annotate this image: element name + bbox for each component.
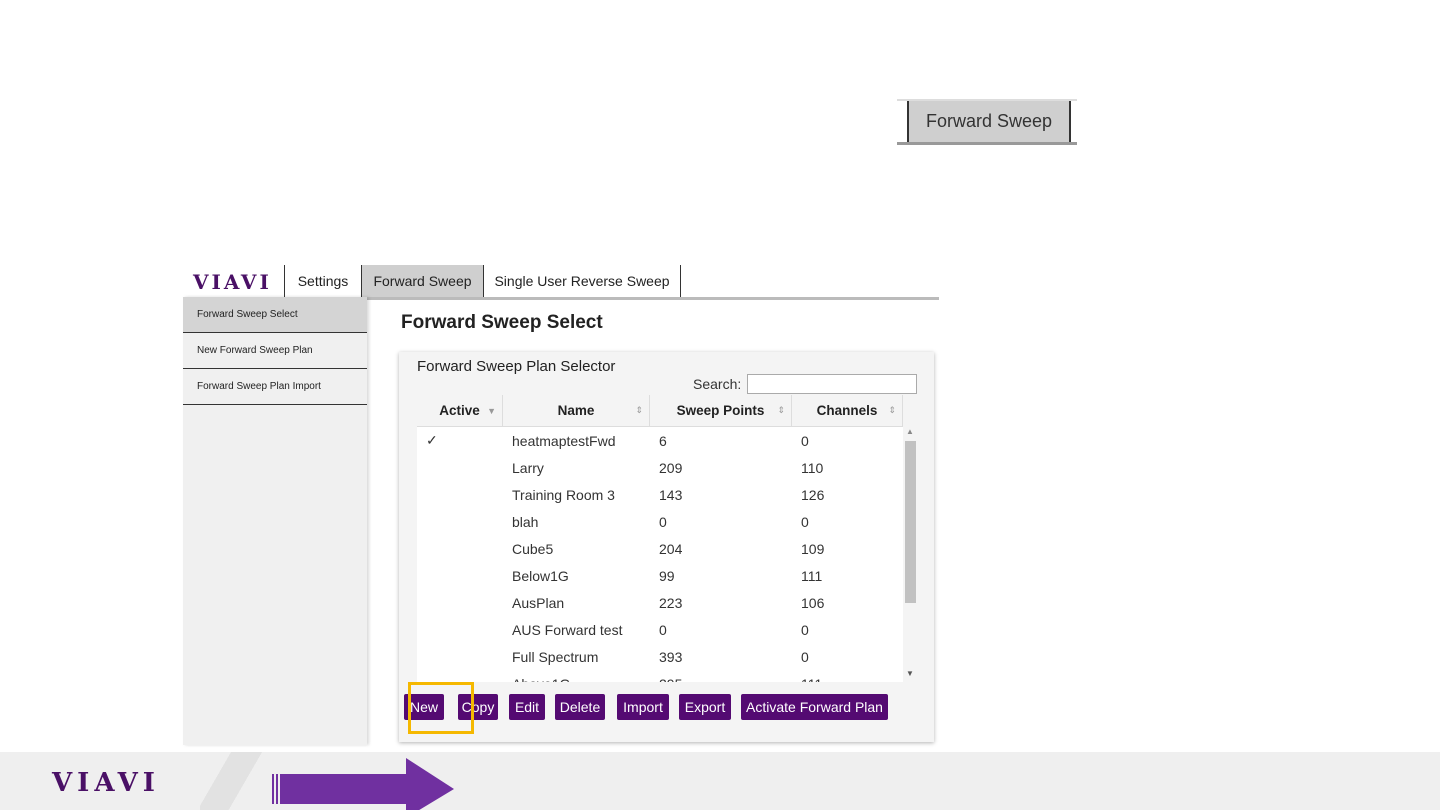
import-button[interactable]: Import	[617, 694, 669, 720]
viavi-logo: VIAVI	[193, 270, 272, 294]
panel-title: Forward Sweep Plan Selector	[417, 358, 616, 375]
sidebar-item-forward-sweep-plan-import[interactable]: Forward Sweep Plan Import	[183, 369, 367, 405]
channels-cell: 106	[801, 594, 825, 611]
channels-cell: 0	[801, 648, 809, 665]
table-row[interactable]: Training Room 3 143 126	[417, 481, 903, 508]
sweep-points-cell: 295	[650, 676, 792, 683]
footer-stripe	[200, 752, 270, 810]
search-input[interactable]	[747, 374, 917, 394]
edit-button[interactable]: Edit	[509, 694, 545, 720]
app-window: VIAVI Settings Forward Sweep Single User…	[183, 265, 939, 745]
channels-cell: 109	[801, 540, 825, 557]
channels-cell: 0	[801, 432, 809, 449]
sweep-points-cell: 223	[659, 594, 683, 611]
page-title: Forward Sweep Select	[401, 312, 603, 333]
table-row[interactable]: ✓ heatmaptestFwd 6 0	[417, 427, 903, 454]
column-label: Sweep Points	[676, 403, 765, 418]
sort-icon: ⇕	[888, 405, 896, 415]
name-cell: AusPlan	[512, 594, 565, 611]
column-header-name[interactable]: Name ⇕	[503, 395, 650, 426]
table-scrollbar[interactable]: ▲ ▼	[903, 427, 917, 682]
table-row[interactable]: AUS Forward test 0 0	[417, 616, 903, 643]
forward-sweep-callout-button: Forward Sweep	[897, 99, 1077, 145]
column-label: Name	[557, 403, 595, 418]
sweep-points-cell: 209	[659, 459, 683, 476]
name-cell: Below1G	[512, 567, 569, 584]
table-row[interactable]: AusPlan 223 106	[417, 589, 903, 616]
table-row[interactable]: Above1G295111	[417, 670, 903, 683]
sort-icon: ⇕	[777, 405, 785, 415]
table-row[interactable]: Cube5 204 109	[417, 535, 903, 562]
table-row[interactable]: blah 0 0	[417, 508, 903, 535]
sweep-points-cell: 204	[659, 540, 683, 557]
sweep-points-cell: 393	[659, 648, 683, 665]
column-label: Active	[439, 403, 480, 418]
scroll-down-icon[interactable]: ▼	[906, 669, 914, 678]
name-cell: Training Room 3	[512, 486, 615, 503]
forward-sweep-callout-label: Forward Sweep	[907, 101, 1071, 142]
sidebar-item-forward-sweep-select[interactable]: Forward Sweep Select	[183, 297, 367, 333]
new-button-highlight	[408, 682, 474, 734]
delete-button[interactable]: Delete	[555, 694, 605, 720]
name-cell: heatmaptestFwd	[512, 432, 616, 449]
slide-footer: VIAVI	[0, 752, 1440, 810]
search-label: Search:	[693, 376, 742, 392]
column-label: Channels	[816, 403, 878, 418]
name-cell: Above1G	[503, 676, 650, 683]
column-header-active[interactable]: Active ▼	[417, 395, 503, 426]
sweep-points-cell: 143	[659, 486, 683, 503]
column-header-channels[interactable]: Channels ⇕	[792, 395, 903, 426]
table-row[interactable]: Full Spectrum 393 0	[417, 643, 903, 670]
export-button[interactable]: Export	[679, 694, 731, 720]
sidebar: Forward Sweep Select New Forward Sweep P…	[183, 297, 367, 745]
sidebar-item-new-forward-sweep-plan[interactable]: New Forward Sweep Plan	[183, 333, 367, 369]
sweep-points-cell: 0	[659, 621, 667, 638]
scroll-up-icon[interactable]: ▲	[906, 427, 914, 436]
sort-icon: ⇕	[635, 405, 643, 415]
channels-cell: 110	[801, 459, 824, 476]
sweep-points-cell: 99	[659, 567, 675, 584]
footer-viavi-logo: VIAVI	[52, 768, 160, 798]
name-cell: blah	[512, 513, 539, 530]
channels-cell: 0	[801, 513, 809, 530]
table-body: ✓ heatmaptestFwd 6 0 Larry 209 110 Training Roo…	[417, 427, 903, 682]
column-header-sweep-points[interactable]: Sweep Points ⇕	[650, 395, 792, 426]
scrollbar-thumb[interactable]	[905, 441, 916, 603]
sweep-points-cell: 0	[659, 513, 667, 530]
name-cell: Full Spectrum	[512, 648, 599, 665]
tab-settings[interactable]: Settings	[284, 265, 361, 297]
channels-cell: 0	[801, 621, 809, 638]
channels-cell: 126	[801, 486, 825, 503]
tab-single-user-reverse-sweep[interactable]: Single User Reverse Sweep	[483, 265, 681, 297]
plan-selector-panel: Forward Sweep Plan Selector Search: Acti…	[399, 352, 934, 742]
table-header: Active ▼ Name ⇕ Sweep Points ⇕ Channels ⇕	[417, 395, 903, 427]
channels-cell: 111	[801, 567, 823, 584]
table-row[interactable]: Larry 209 110	[417, 454, 903, 481]
tab-forward-sweep[interactable]: Forward Sweep	[361, 265, 483, 297]
active-check: ✓	[426, 432, 438, 448]
channels-cell: 111	[792, 676, 903, 683]
activate-forward-plan-button[interactable]: Activate Forward Plan	[741, 694, 888, 720]
table-row[interactable]: Below1G 99 111	[417, 562, 903, 589]
name-cell: AUS Forward test	[512, 621, 623, 638]
arrow-right-icon	[272, 758, 454, 810]
name-cell: Larry	[512, 459, 544, 476]
sort-desc-icon: ▼	[487, 405, 496, 416]
sweep-points-cell: 6	[659, 432, 667, 449]
name-cell: Cube5	[512, 540, 554, 557]
